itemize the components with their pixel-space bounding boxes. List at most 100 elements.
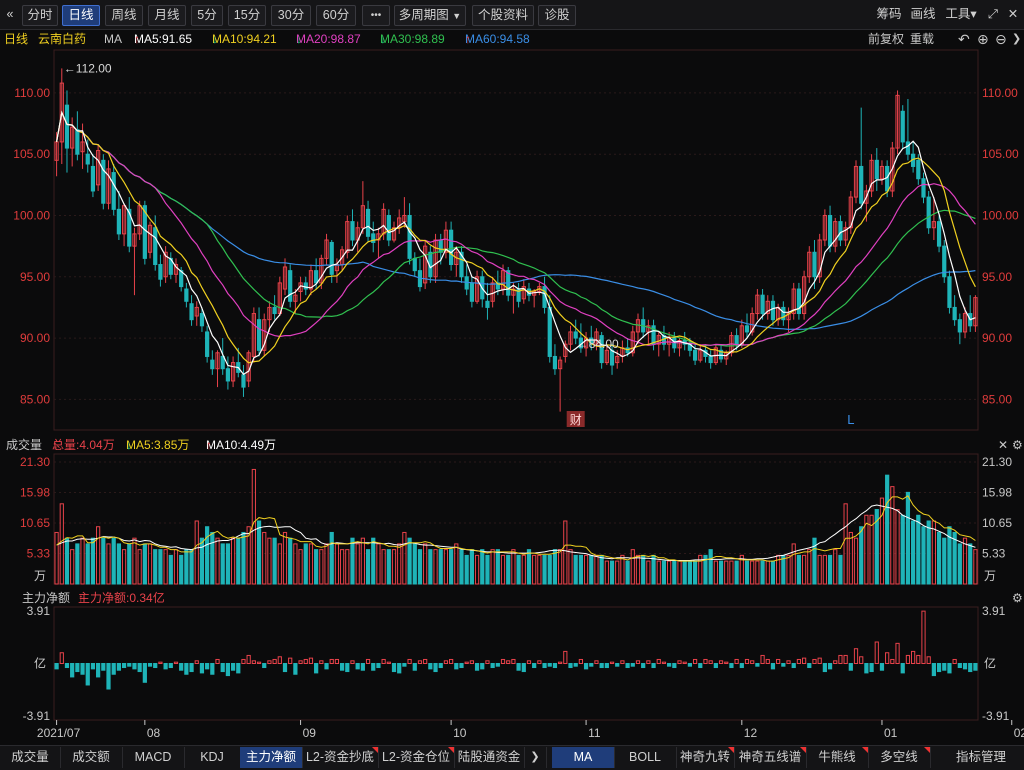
candle-down [407,214,412,259]
volume-bar [314,549,319,585]
flow-bar-negative [438,663,443,669]
volume-bar [423,543,428,585]
flow-bar-positive [786,660,791,664]
candle-down [936,221,942,247]
candle-down [90,165,96,192]
flow-bar-positive [267,660,272,664]
tab-magic-nine[interactable]: 神奇九转 [676,747,735,768]
chevron-right-icon[interactable]: ❯ [524,747,547,768]
volume-bar [433,549,438,585]
tab-l2-bottom-fund[interactable]: L2-资金抄底 [302,747,379,768]
volume-bar [121,549,127,585]
flow-bar-negative [879,663,885,671]
candle-down [189,303,194,321]
volume-bar [153,549,158,585]
tab-macd[interactable]: MACD [122,747,185,768]
volume-bar [801,554,807,585]
candle-down [272,306,277,315]
flow-bar-positive [194,660,199,664]
flow-bar-negative [293,663,298,675]
flow-bar-positive [646,660,651,664]
flow-bar-negative [599,663,604,669]
volume-bar [454,543,459,585]
tab-turnover[interactable]: 成交额 [60,747,123,768]
volume-bar [490,549,495,585]
stock-chart[interactable]: 110.00 110.00 105.00 105.00 100.00 100.00 95.0… [0,0,1024,745]
tab-kdj[interactable]: KDJ [184,747,241,768]
volume-bar [729,560,734,585]
volume-bar [573,554,578,585]
volume-bar [583,554,589,585]
tab-magic-five-lines[interactable]: 神奇五线谱 [734,747,807,768]
volume-bar [469,549,474,585]
volume-tick-left: 21.30 [20,455,50,469]
flow-bar-positive [609,661,615,664]
volume-bar [173,549,179,585]
volume-unit-right: 万 [984,569,996,583]
x-tick-label: 2021/07 [37,726,81,740]
flow-bar-negative [781,663,786,667]
flow-bar-negative [210,663,215,675]
volume-bar [563,520,568,585]
volume-bar [407,537,412,585]
flow-bar-positive [443,660,449,664]
flow-bar-negative [532,663,537,669]
tab-bull-bear-line[interactable]: 牛熊线 [806,747,869,768]
volume-bar [485,554,490,585]
candle-down [812,251,817,278]
tab-long-short-line[interactable]: 多空线 [868,747,931,768]
volume-bar [70,549,75,585]
volume-bar [552,549,558,585]
flow-bar-negative [973,663,978,671]
flow-bar-positive [594,660,599,664]
flow-bar-positive [838,654,843,664]
volume-bar [916,514,921,585]
candle-down [85,153,90,165]
volume-bar [718,560,724,585]
x-tick-label: 02 [1014,726,1024,740]
volume-bar [708,549,713,585]
flow-bar-negative [827,663,833,670]
candle-down [412,257,417,272]
volume-bar [262,531,267,585]
tab-indicator-manage[interactable]: 指标管理 [938,747,1024,768]
tab-ma[interactable]: MA [552,747,615,768]
candle-down [859,165,864,204]
volume-bar [376,543,381,585]
volume-bar [589,554,594,585]
tab-main-flow[interactable]: 主力净额 [240,747,303,768]
flow-bar-positive [656,658,661,664]
flow-bar-negative [615,663,620,667]
x-tick-label: 09 [303,726,317,740]
volume-bar [516,554,521,585]
flow-bar-positive [173,661,179,664]
tab-magic-nine-label: 神奇九转 [679,750,730,764]
tab-l2-fund-position[interactable]: L2-资金仓位 [378,747,455,768]
candle-down [116,208,121,235]
volume-tick-right: 5.33 [982,546,1006,560]
volume-bar [386,549,391,585]
flow-bar-negative [314,663,319,674]
flow-bar-negative [132,663,137,670]
volume-bar [251,468,256,585]
flow-bar-positive [682,661,687,664]
flow-bar-positive [921,610,926,665]
tab-boll[interactable]: BOLL [614,747,677,768]
volume-bar [101,537,106,585]
volume-bar [303,543,308,585]
flow-bar-negative [687,663,693,667]
tab-northbound-fund[interactable]: 陆股通资金 [454,747,525,768]
x-tick-label: 01 [884,726,898,740]
flow-bar-positive [563,650,568,664]
flow-bar-positive [277,656,282,664]
flow-bar-negative [236,663,241,674]
volume-bar [911,520,916,585]
volume-bar [199,537,205,585]
flow-bar-positive [853,648,859,664]
volume-bar [770,560,776,585]
candle-down [900,110,905,143]
tab-volume[interactable]: 成交量 [0,747,61,768]
volume-bar [692,560,698,585]
tab-magic-five-lines-label: 神奇五线谱 [738,750,802,764]
flow-bar-negative [137,663,142,673]
